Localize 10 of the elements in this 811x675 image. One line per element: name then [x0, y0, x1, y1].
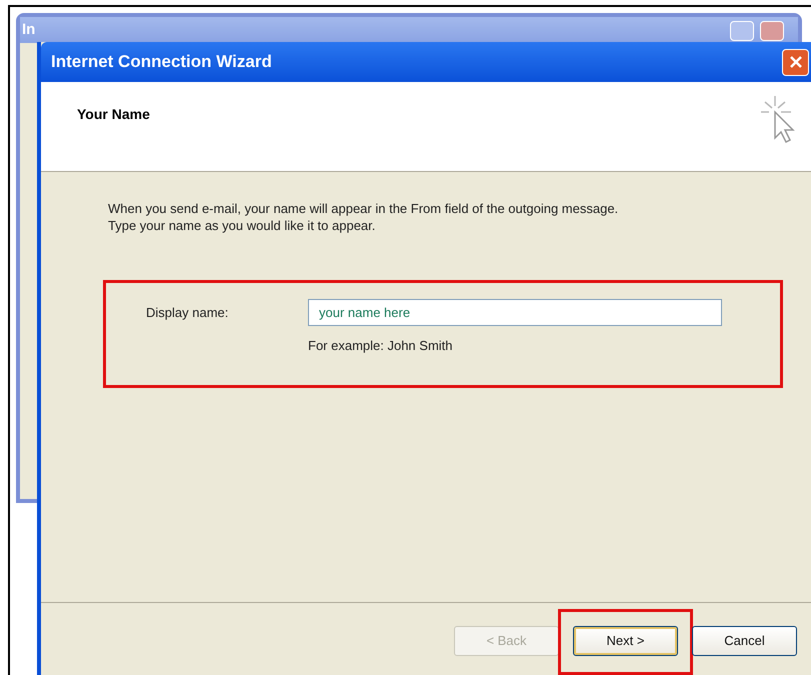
example-hint: For example: John Smith: [308, 337, 454, 355]
display-name-label: Display name:: [146, 304, 230, 322]
cancel-button[interactable]: Cancel: [692, 626, 797, 656]
close-icon: [788, 55, 802, 69]
next-button[interactable]: Next >: [573, 626, 678, 656]
window-title: Internet Connection Wizard: [51, 51, 272, 74]
page-title: Your Name: [77, 105, 150, 124]
window-title: In: [22, 20, 36, 40]
instruction-text: When you send e-mail, your name will appear in the From field of the outgoing message. Type your name as you would like it to appear.: [108, 200, 620, 234]
display-name-field[interactable]: your name here: [308, 299, 722, 326]
